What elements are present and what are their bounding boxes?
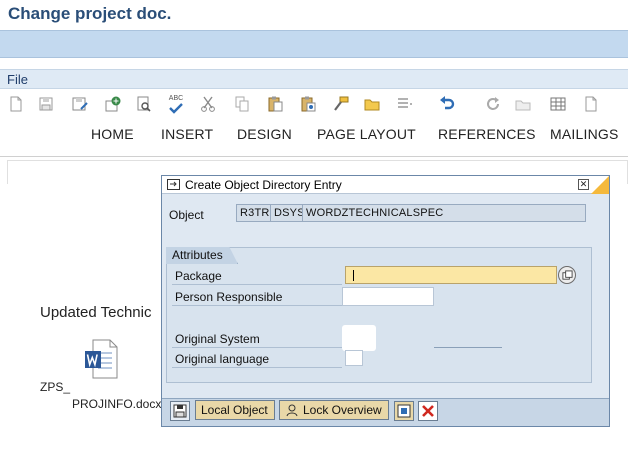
word-document-icon[interactable] [84,339,118,379]
open-icon[interactable] [513,94,533,114]
local-object-button[interactable]: Local Object [195,400,275,420]
create-object-dialog: Create Object Directory Entry ✕ Object R… [161,175,610,427]
object-pgmid-field: R3TR [236,204,271,222]
cut-icon[interactable] [198,94,218,114]
format-painter-icon[interactable] [331,94,351,114]
tab-references[interactable]: REFERENCES [438,126,536,142]
bullets-icon[interactable] [394,94,414,114]
value-help-icon [561,269,573,280]
spellcheck-icon[interactable]: ABC [166,94,186,114]
menu-bar: File [0,69,628,89]
object-type-field: DSYS [270,204,305,222]
undo-icon[interactable] [437,94,457,114]
person-responsible-input[interactable] [342,287,434,306]
row-divider [172,347,342,348]
attachment-name-line1: ZPS_ [40,380,71,394]
save-icon[interactable] [36,94,56,114]
row-divider [172,367,342,368]
original-system-value [342,325,376,351]
local-object-label: Local Object [201,403,268,417]
cancel-icon [422,405,434,417]
cancel-button[interactable] [418,401,438,421]
table-icon[interactable] [548,94,568,114]
header-band [0,30,628,58]
lock-overview-label: Lock Overview [303,403,382,417]
original-system-underline [434,347,502,348]
redo-icon[interactable] [483,94,503,114]
save-button[interactable] [170,401,190,421]
tab-design[interactable]: DESIGN [237,126,292,142]
object-name-field: WORDZTECHNICALSPEC [302,204,586,222]
save-as-icon[interactable] [70,94,90,114]
save-icon [173,404,187,418]
person-responsible-label: Person Responsible [175,290,283,304]
new-doc-icon[interactable] [6,94,26,114]
lock-overview-icon [286,404,298,417]
multiple-selection-icon [397,404,411,418]
object-label: Object [169,208,204,222]
value-help-button[interactable] [558,266,576,284]
menu-file[interactable]: File [7,72,28,87]
tab-page-layout[interactable]: PAGE LAYOUT [317,126,416,142]
copy-icon[interactable] [232,94,252,114]
row-divider [172,305,342,306]
dialog-corner-accent [591,176,609,194]
dialog-title: Create Object Directory Entry [185,178,342,192]
lock-overview-button[interactable]: Lock Overview [279,400,389,420]
original-language-value [345,350,363,366]
original-system-label: Original System [175,332,260,346]
page-title: Change project doc. [8,4,172,23]
package-input[interactable] [345,266,557,284]
print-preview-icon[interactable] [134,94,154,114]
tab-insert[interactable]: INSERT [161,126,213,142]
spellcheck-text: ABC [168,94,184,102]
package-label: Package [175,269,222,283]
tab-mailings[interactable]: MAILINGS [550,126,619,142]
original-language-label: Original language [175,352,270,366]
document-heading: Updated Technic [40,304,152,321]
text-cursor [353,270,354,281]
window-icon [167,179,180,190]
open-folder-icon[interactable] [362,94,382,114]
paste-icon[interactable] [265,94,285,114]
close-icon[interactable]: ✕ [578,179,589,190]
multiple-selection-button[interactable] [394,401,414,421]
row-divider [172,284,342,285]
dialog-titlebar[interactable]: Create Object Directory Entry ✕ [162,176,609,194]
tab-home[interactable]: HOME [91,126,134,142]
save-web-icon[interactable] [103,94,123,114]
attributes-tab: Attributes [166,247,238,264]
blank-page-icon[interactable] [581,94,601,114]
paste-special-icon[interactable] [298,94,318,114]
attachment-name-line2: PROJINFO.docx [72,397,162,411]
